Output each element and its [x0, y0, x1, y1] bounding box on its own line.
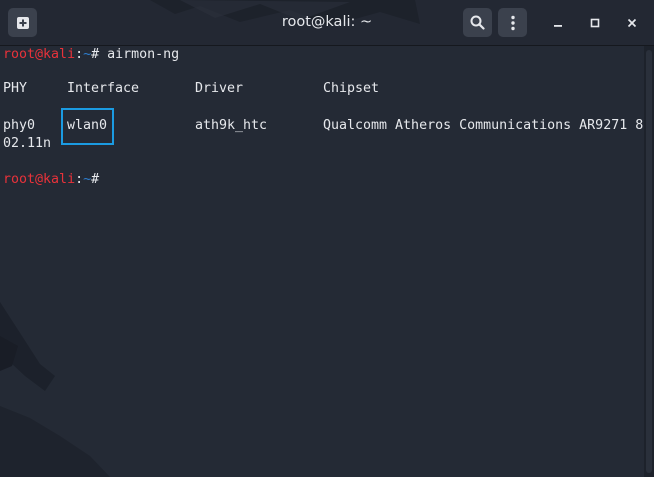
- prompt-symbol: #: [91, 47, 108, 62]
- search-icon: [470, 15, 485, 30]
- prompt-user: root: [3, 47, 36, 62]
- close-icon: [627, 18, 636, 27]
- maximize-icon: [590, 18, 599, 27]
- minimize-button[interactable]: [543, 8, 572, 37]
- prompt-line-2: root@kali:~#: [3, 171, 107, 189]
- scrollbar-thumb[interactable]: [646, 50, 652, 473]
- prompt-colon: :: [75, 172, 84, 187]
- prompt-user: root: [3, 172, 36, 187]
- minimize-icon: [553, 24, 562, 27]
- interface-highlight-box: [61, 108, 114, 145]
- prompt-dir: ~: [83, 47, 92, 62]
- maximize-button[interactable]: [580, 8, 609, 37]
- prompt-host: kali: [43, 47, 76, 62]
- header-phy: PHY: [3, 81, 28, 96]
- table-header-row: PHY Interface Driver Chipset: [3, 80, 643, 98]
- title-bar[interactable]: root@kali: ~: [0, 0, 654, 45]
- command-text: airmon-ng: [107, 47, 180, 62]
- prompt-dir: ~: [83, 172, 92, 187]
- close-button[interactable]: [617, 8, 646, 37]
- header-chipset: Chipset: [323, 81, 380, 96]
- vertical-scrollbar[interactable]: [644, 46, 654, 477]
- kebab-menu-icon: [510, 15, 515, 30]
- cell-driver: ath9k_htc: [195, 118, 268, 133]
- prompt-symbol: #: [91, 172, 108, 187]
- cell-chipset: Qualcomm Atheros Communications AR9271 8: [323, 118, 644, 133]
- table-row-wrap: 02.11n: [3, 136, 52, 151]
- prompt-colon: :: [75, 47, 84, 62]
- cell-phy: phy0: [3, 118, 36, 133]
- header-interface: Interface: [67, 81, 140, 96]
- prompt-at: @: [35, 172, 44, 187]
- menu-button[interactable]: [498, 8, 527, 37]
- prompt-at: @: [35, 47, 44, 62]
- terminal-output[interactable]: root@kali:~# airmon-ng PHY Interface Dri…: [0, 46, 644, 477]
- prompt-line-1: root@kali:~# airmon-ng: [3, 46, 179, 64]
- search-button[interactable]: [463, 8, 492, 37]
- header-driver: Driver: [195, 81, 244, 96]
- prompt-host: kali: [43, 172, 76, 187]
- terminal-window: root@kali: ~ root@kali:~# airmon-ng PHY …: [0, 0, 654, 477]
